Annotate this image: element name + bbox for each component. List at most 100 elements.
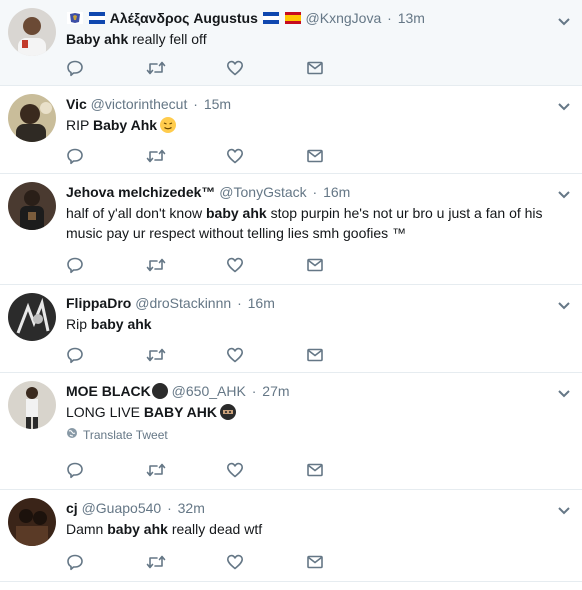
spain-flag-icon	[284, 10, 301, 24]
retweet-button[interactable]	[146, 460, 226, 480]
tweet-username[interactable]: @TonyGstack	[219, 184, 306, 200]
caret-down-icon[interactable]	[558, 186, 570, 199]
retweet-icon	[146, 346, 166, 364]
direct-message-button[interactable]	[306, 345, 386, 365]
direct-message-button[interactable]	[306, 552, 386, 572]
keyword-highlight: Baby Ahk	[92, 117, 158, 133]
keyword-highlight: baby ahk	[107, 521, 168, 537]
tweet-text-part: Rip	[66, 316, 91, 332]
tweet-author-name[interactable]: MOE BLACK	[66, 383, 151, 399]
reply-button[interactable]	[66, 255, 146, 275]
retweet-button[interactable]	[146, 345, 226, 365]
like-button[interactable]	[226, 255, 306, 275]
tweet-text: Baby ahk really fell off	[66, 29, 552, 49]
direct-message-button[interactable]	[306, 146, 386, 166]
like-button[interactable]	[226, 146, 306, 166]
caret-down-icon[interactable]	[558, 385, 570, 398]
separator: ·	[237, 295, 242, 311]
retweet-icon	[146, 461, 166, 479]
avatar[interactable]	[8, 8, 56, 56]
tweet[interactable]: MOE BLACK @650_AHK · 27m LONG LIVE BABY …	[0, 373, 582, 490]
direct-message-button[interactable]	[306, 58, 386, 78]
tweet-timestamp[interactable]: 16m	[323, 184, 350, 200]
tweet[interactable]: Αλέξανδρος Augustus @KxngJova · 13m Baby…	[0, 0, 582, 86]
tweet-text-part: really fell off	[128, 31, 207, 47]
like-button[interactable]	[226, 58, 306, 78]
reply-button[interactable]	[66, 552, 146, 572]
tweet-author-name[interactable]: Αλέξανδρος Augustus	[110, 10, 258, 26]
avatar[interactable]	[8, 498, 56, 546]
like-icon	[226, 553, 244, 571]
avatar[interactable]	[8, 94, 56, 142]
tweet-timestamp[interactable]: 27m	[262, 383, 289, 399]
tweet[interactable]: Jehova melchizedek™ @TonyGstack · 16m ha…	[0, 174, 582, 285]
tweet[interactable]: Vic @victorinthecut · 15m RIP Baby Ahk	[0, 86, 582, 174]
avatar[interactable]	[8, 381, 56, 429]
reply-button[interactable]	[66, 460, 146, 480]
caret-down-icon[interactable]	[558, 98, 570, 111]
crest-icon	[67, 10, 83, 24]
direct-message-button[interactable]	[306, 255, 386, 275]
like-icon	[226, 346, 244, 364]
caret-down-icon[interactable]	[558, 502, 570, 515]
tweet-text: LONG LIVE BABY AHK	[66, 402, 552, 422]
tweet-username[interactable]: @650_AHK	[172, 383, 246, 399]
reply-icon	[66, 461, 84, 479]
tweet-author-name[interactable]: FlippaDro	[66, 295, 131, 311]
direct-message-icon	[306, 346, 324, 364]
avatar[interactable]	[8, 182, 56, 230]
avatar[interactable]	[8, 293, 56, 341]
retweet-icon	[146, 553, 166, 571]
tweet-feed: Αλέξανδρος Augustus @KxngJova · 13m Baby…	[0, 0, 582, 582]
reply-icon	[66, 59, 84, 77]
tweet-author-name[interactable]: Vic	[66, 96, 87, 112]
direct-message-icon	[306, 59, 324, 77]
retweet-button[interactable]	[146, 552, 226, 572]
caret-down-icon[interactable]	[558, 13, 570, 26]
helmet-emoji-icon	[151, 383, 168, 399]
direct-message-icon	[306, 461, 324, 479]
tweet-text-part: half of y'all don't know	[66, 205, 206, 221]
tweet-text: half of y'all don't know baby ahk stop p…	[66, 203, 552, 243]
reply-button[interactable]	[66, 58, 146, 78]
tweet-username[interactable]: @Guapo540	[82, 500, 162, 516]
like-icon	[226, 59, 244, 77]
caret-down-icon[interactable]	[558, 297, 570, 310]
tweet-username[interactable]: @KxngJova	[306, 10, 382, 26]
like-button[interactable]	[226, 460, 306, 480]
tweet-timestamp[interactable]: 16m	[248, 295, 275, 311]
separator: ·	[312, 184, 318, 200]
like-button[interactable]	[226, 345, 306, 365]
separator: ·	[167, 500, 172, 516]
direct-message-icon	[306, 553, 324, 571]
tweet-timestamp[interactable]: 15m	[204, 96, 231, 112]
tweet-username[interactable]: @droStackinnn	[135, 295, 231, 311]
retweet-icon	[146, 256, 166, 274]
tweet-text: RIP Baby Ahk	[66, 115, 552, 135]
tweet[interactable]: cj @Guapo540 · 32m Damn baby ahk really …	[0, 490, 582, 582]
tweet-text-part: Damn	[66, 521, 108, 537]
tweet-timestamp[interactable]: 13m	[398, 10, 425, 26]
like-icon	[226, 256, 244, 274]
tweet[interactable]: FlippaDro @droStackinnn · 16m Rip baby a…	[0, 285, 582, 373]
tweet-author-name[interactable]: Jehova melchizedek™	[66, 184, 215, 200]
translate-tweet-link[interactable]: Translate Tweet	[66, 427, 552, 442]
retweet-button[interactable]	[146, 255, 226, 275]
tweet-timestamp[interactable]: 32m	[178, 500, 205, 516]
direct-message-button[interactable]	[306, 460, 386, 480]
like-icon	[226, 147, 244, 165]
tweet-text-part: RIP	[66, 117, 93, 133]
retweet-button[interactable]	[146, 146, 226, 166]
tweet-text: Damn baby ahk really dead wtf	[66, 519, 552, 539]
like-icon	[226, 461, 244, 479]
retweet-button[interactable]	[146, 58, 226, 78]
tweet-author-name[interactable]: cj	[66, 500, 78, 516]
direct-message-icon	[306, 256, 324, 274]
tweet-username[interactable]: @victorinthecut	[91, 96, 188, 112]
like-button[interactable]	[226, 552, 306, 572]
globe-icon	[66, 427, 78, 442]
reply-button[interactable]	[66, 345, 146, 365]
keyword-highlight: BABY AHK	[143, 404, 217, 420]
reply-button[interactable]	[66, 146, 146, 166]
keyword-highlight: Baby ahk	[66, 31, 129, 47]
